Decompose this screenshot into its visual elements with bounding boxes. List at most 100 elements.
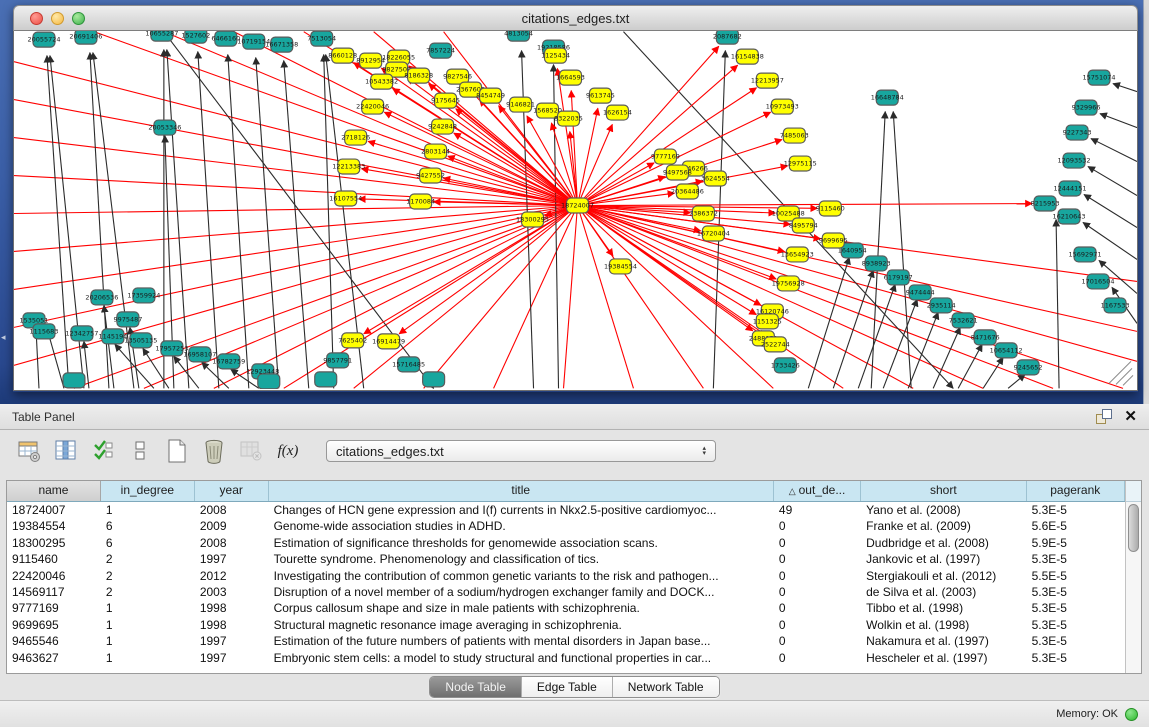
graph-node[interactable]: 9329966 xyxy=(1072,100,1101,115)
graph-node[interactable]: 1733426 xyxy=(771,358,800,373)
graph-node[interactable] xyxy=(315,372,337,387)
tab-edge-table[interactable]: Edge Table xyxy=(522,677,613,697)
graph-node[interactable]: 9857791 xyxy=(323,353,352,368)
graph-node[interactable]: 20055724 xyxy=(27,32,60,47)
graph-node[interactable]: 12213957 xyxy=(751,73,784,88)
memory-status-icon[interactable] xyxy=(1125,708,1138,721)
table-row[interactable]: 969969511998Structural magnetic resonanc… xyxy=(7,617,1125,633)
tab-network-table[interactable]: Network Table xyxy=(613,677,719,697)
graph-node[interactable]: 1125434 xyxy=(541,48,570,63)
graph-node[interactable]: 2718126 xyxy=(341,130,370,145)
graph-node[interactable]: 2087682 xyxy=(713,31,742,44)
column-header-in_degree[interactable]: in_degree xyxy=(101,481,195,501)
graph-node[interactable] xyxy=(258,374,280,389)
graph-node[interactable]: 12093532 xyxy=(1058,153,1091,168)
table-row[interactable]: 1830029562008Estimation of significance … xyxy=(7,535,1125,551)
graph-node[interactable]: 1145194 xyxy=(98,329,127,344)
graph-node[interactable]: 7532621 xyxy=(949,313,978,328)
graph-node[interactable]: 9242848 xyxy=(428,119,457,134)
graph-node[interactable]: 9777169 xyxy=(651,149,680,164)
close-window-icon[interactable] xyxy=(30,12,43,25)
graph-node[interactable]: 12213383 xyxy=(332,159,365,174)
graph-node[interactable]: 9699695 xyxy=(819,233,848,248)
column-header-title[interactable]: title xyxy=(269,481,774,501)
close-panel-icon[interactable]: ✕ xyxy=(1124,409,1137,424)
graph-node[interactable]: 4813054 xyxy=(504,31,533,41)
graph-node[interactable]: 8660128 xyxy=(328,48,357,63)
graph-node[interactable]: 1170084 xyxy=(406,194,435,209)
graph-node[interactable]: 19384554 xyxy=(604,259,637,274)
scrollbar-thumb[interactable] xyxy=(1128,504,1139,552)
zoom-window-icon[interactable] xyxy=(72,12,85,25)
graph-node[interactable]: 9613745 xyxy=(586,88,615,103)
graph-node[interactable]: 15716485 xyxy=(392,357,425,372)
graph-node[interactable]: 2522744 xyxy=(761,337,790,352)
graph-node[interactable]: 22420046 xyxy=(356,99,389,114)
graph-node[interactable]: 8215953 xyxy=(1031,196,1060,211)
graph-node[interactable]: 9245652 xyxy=(1014,360,1043,375)
graph-node[interactable]: 13654923 xyxy=(781,247,814,262)
graph-node[interactable]: 1664593 xyxy=(556,70,585,85)
graph-node[interactable]: 17359924 xyxy=(127,288,160,303)
graph-node[interactable]: 8471676 xyxy=(971,330,1000,345)
table-row[interactable]: 1938455462009Genome-wide association stu… xyxy=(7,518,1125,534)
network-window-titlebar[interactable]: citations_edges.txt xyxy=(13,5,1138,31)
graph-node[interactable]: 9975487 xyxy=(113,312,142,327)
table-selector-dropdown[interactable]: citations_edges.txt ▴▾ xyxy=(326,440,716,462)
graph-node[interactable]: 8186328 xyxy=(404,68,433,83)
graph-node[interactable]: 10655287 xyxy=(145,31,178,41)
function-builder-button[interactable]: f(x) xyxy=(275,438,301,464)
graph-node[interactable]: 7386372 xyxy=(689,206,718,221)
resize-grip-icon[interactable] xyxy=(1116,368,1132,384)
graph-node[interactable]: 1115683 xyxy=(30,324,59,339)
unselect-all-icon[interactable] xyxy=(127,438,153,464)
show-columns-icon[interactable] xyxy=(53,438,79,464)
graph-node[interactable]: 15751074 xyxy=(1083,70,1116,85)
graph-node[interactable]: 19756928 xyxy=(772,276,805,291)
graph-node[interactable]: 2803144 xyxy=(421,144,450,159)
graph-node[interactable]: 7513054 xyxy=(307,31,336,46)
graph-node[interactable]: 8938923 xyxy=(862,256,891,271)
table-row[interactable]: 2242004622012Investigating the contribut… xyxy=(7,568,1125,584)
graph-node[interactable]: 7625402 xyxy=(338,333,367,348)
graph-node[interactable]: 16154838 xyxy=(731,49,764,64)
graph-node[interactable] xyxy=(63,373,85,388)
column-header-year[interactable]: year xyxy=(195,481,269,501)
graph-node[interactable]: 16648784 xyxy=(871,90,904,105)
graph-node[interactable]: 7857224 xyxy=(426,43,455,58)
graph-node[interactable]: 1626154 xyxy=(603,105,632,120)
graph-node[interactable]: 1151325 xyxy=(753,314,782,329)
graph-node[interactable]: 12342757 xyxy=(65,326,98,341)
graph-node[interactable]: 12975115 xyxy=(784,156,817,171)
graph-node[interactable]: 20691406 xyxy=(69,31,102,44)
graph-node[interactable]: 9175645 xyxy=(431,93,460,108)
graph-node[interactable]: 20206536 xyxy=(85,290,118,305)
select-all-icon[interactable] xyxy=(90,438,116,464)
column-header-name[interactable]: name xyxy=(7,481,101,501)
network-graph[interactable]: 2005572420691406106552871527602646616010… xyxy=(14,31,1137,389)
float-panel-icon[interactable] xyxy=(1096,409,1112,425)
table-row[interactable]: 1872400712008Changes of HCN gene express… xyxy=(7,502,1125,518)
network-window[interactable]: citations_edges.txt 20055724 20691406 1065… xyxy=(13,5,1138,392)
table-row[interactable]: 946554611997Estimation of the future num… xyxy=(7,633,1125,649)
graph-node[interactable]: 1167533 xyxy=(1101,298,1130,313)
graph-node[interactable]: 8912954 xyxy=(356,53,385,68)
graph-node[interactable]: 8322035 xyxy=(554,111,583,126)
graph-node[interactable]: 12444151 xyxy=(1054,181,1087,196)
column-header-short[interactable]: short xyxy=(861,481,1026,501)
graph-node[interactable]: 2935114 xyxy=(927,298,956,313)
graph-node[interactable]: 7485063 xyxy=(780,128,809,143)
graph-node[interactable]: 9146821 xyxy=(506,97,535,112)
column-header-out_de[interactable]: △out_de... xyxy=(774,481,861,501)
graph-node[interactable]: 13505135 xyxy=(124,333,157,348)
collapse-panel-arrow-icon[interactable]: ◂ xyxy=(1,332,6,343)
graph-node[interactable]: 6179197 xyxy=(884,270,913,285)
graph-node[interactable]: 9227343 xyxy=(1063,125,1092,140)
graph-node[interactable]: 9115460 xyxy=(816,201,845,216)
table-mode-icon[interactable] xyxy=(16,438,42,464)
graph-node[interactable]: 9427552 xyxy=(416,168,445,183)
graph-node[interactable]: 10973493 xyxy=(766,99,799,114)
vertical-scrollbar[interactable] xyxy=(1125,481,1141,673)
graph-node[interactable]: 8454749 xyxy=(476,88,505,103)
graph-node[interactable]: 16210643 xyxy=(1053,209,1086,224)
